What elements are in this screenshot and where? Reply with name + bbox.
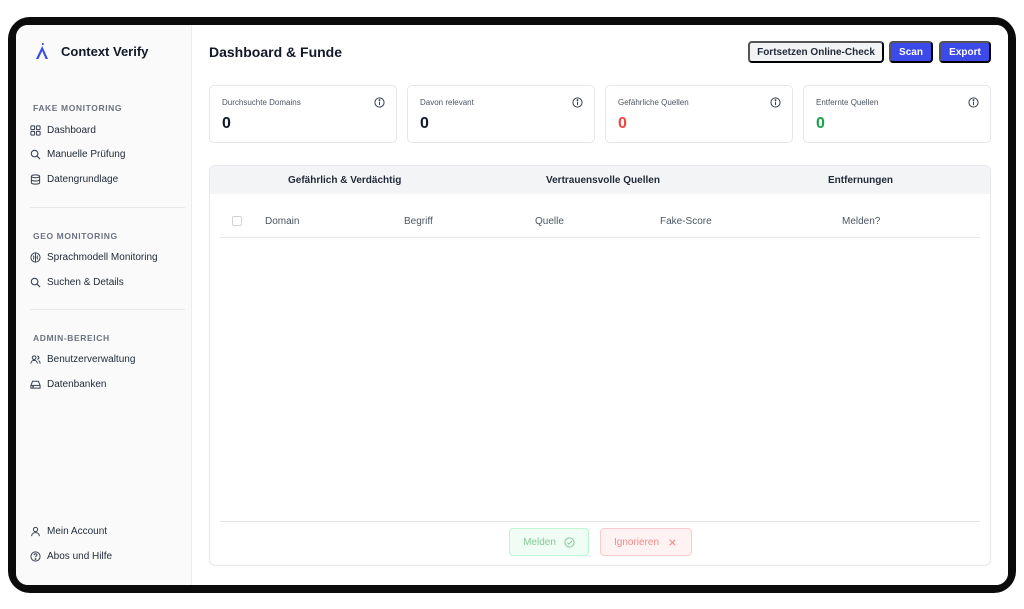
sidebar-item-label: Benutzerverwaltung bbox=[47, 353, 136, 365]
sidebar-item-label: Datenbanken bbox=[47, 378, 107, 390]
search-icon bbox=[30, 149, 41, 159]
sidebar-divider bbox=[30, 207, 185, 208]
column-header-term[interactable]: Begriff bbox=[404, 216, 433, 227]
sidebar-item-dashboard[interactable]: Dashboard bbox=[30, 122, 96, 138]
stat-label: Gefährliche Quellen bbox=[618, 98, 689, 107]
sidebar-item-databases[interactable]: Datenbanken bbox=[30, 376, 107, 392]
column-header-report[interactable]: Melden? bbox=[842, 216, 880, 227]
tab-dangerous-suspicious[interactable]: Gefährlich & Verdächtig bbox=[288, 175, 401, 186]
stat-card-dangerous-sources: Gefährliche Quellen 0 bbox=[605, 85, 793, 143]
check-circle-icon bbox=[564, 536, 575, 548]
sidebar-item-label: Dashboard bbox=[47, 124, 96, 136]
tab-removals[interactable]: Entfernungen bbox=[828, 175, 893, 186]
stat-value: 0 bbox=[222, 115, 231, 132]
database-icon bbox=[30, 173, 41, 185]
sidebar-item-label: Manuelle Prüfung bbox=[47, 148, 126, 160]
ignore-button-label: Ignorieren bbox=[613, 536, 660, 548]
ignore-button[interactable]: Ignorieren bbox=[600, 528, 692, 556]
sidebar-divider bbox=[30, 309, 185, 310]
tab-bar: Gefährlich & Verdächtig Vertrauensvolle … bbox=[210, 166, 990, 194]
sidebar-item-data-basis[interactable]: Datengrundlage bbox=[30, 171, 118, 187]
export-button[interactable]: Export bbox=[939, 41, 991, 63]
stat-card-searched-domains: Durchsuchte Domains 0 bbox=[209, 85, 397, 143]
sidebar-item-label: Datengrundlage bbox=[47, 173, 119, 185]
stat-label: Entfernte Quellen bbox=[816, 98, 879, 107]
scan-button[interactable]: Scan bbox=[889, 41, 933, 63]
hard-drive-icon bbox=[30, 380, 41, 389]
table-footer-divider bbox=[220, 521, 980, 522]
info-icon[interactable] bbox=[572, 97, 583, 108]
sidebar-item-label: Sprachmodell Monitoring bbox=[47, 251, 158, 263]
search-icon bbox=[30, 277, 41, 287]
sidebar-item-label: Suchen & Details bbox=[47, 276, 124, 288]
app-window: Context Verify FAKE MONITORING Dashboard… bbox=[16, 25, 1008, 585]
report-button-label: Melden bbox=[523, 536, 556, 548]
app-name: Context Verify bbox=[61, 43, 149, 59]
close-icon bbox=[669, 538, 676, 546]
info-icon[interactable] bbox=[770, 97, 781, 108]
select-all-checkbox[interactable] bbox=[232, 216, 242, 226]
page-title: Dashboard & Funde bbox=[209, 44, 343, 60]
stat-value: 0 bbox=[420, 115, 429, 132]
section-label-admin: ADMIN-BEREICH bbox=[33, 333, 110, 343]
sidebar-item-manual-check[interactable]: Manuelle Prüfung bbox=[30, 146, 125, 162]
continue-online-check-button[interactable]: Fortsetzen Online-Check bbox=[748, 41, 884, 63]
sidebar-item-label: Abos und Hilfe bbox=[47, 550, 113, 562]
sidebar-item-label: Mein Account bbox=[47, 525, 108, 537]
stat-label: Davon relevant bbox=[420, 98, 474, 107]
stat-value: 0 bbox=[618, 115, 627, 132]
ai-brain-icon bbox=[30, 251, 41, 263]
user-icon bbox=[31, 526, 40, 536]
stat-label: Durchsuchte Domains bbox=[222, 98, 301, 107]
info-icon[interactable] bbox=[968, 97, 979, 108]
sidebar: Context Verify FAKE MONITORING Dashboard… bbox=[16, 25, 192, 585]
section-label-geo-monitoring: GEO MONITORING bbox=[33, 231, 118, 241]
table-header: Domain Begriff Quelle Fake-Score Melden? bbox=[220, 210, 980, 238]
info-icon[interactable] bbox=[374, 97, 385, 108]
users-icon bbox=[30, 354, 41, 364]
sidebar-item-help[interactable]: Abos und Hilfe bbox=[30, 548, 112, 564]
help-circle-icon bbox=[30, 550, 41, 562]
column-header-source[interactable]: Quelle bbox=[535, 216, 564, 227]
section-label-fake-monitoring: FAKE MONITORING bbox=[33, 103, 123, 113]
tab-trusted-sources[interactable]: Vertrauensvolle Quellen bbox=[546, 175, 660, 186]
main-content: Dashboard & Funde Fortsetzen Online-Chec… bbox=[192, 25, 1008, 585]
sidebar-item-user-management[interactable]: Benutzerverwaltung bbox=[30, 351, 135, 367]
stat-value: 0 bbox=[816, 115, 825, 132]
column-header-fake-score[interactable]: Fake-Score bbox=[660, 216, 712, 227]
column-header-domain[interactable]: Domain bbox=[265, 216, 299, 227]
stat-card-removed-sources: Entfernte Quellen 0 bbox=[803, 85, 991, 143]
sidebar-item-language-model-monitoring[interactable]: Sprachmodell Monitoring bbox=[30, 249, 158, 265]
report-button[interactable]: Melden bbox=[509, 528, 589, 556]
results-panel: Gefährlich & Verdächtig Vertrauensvolle … bbox=[209, 165, 991, 566]
grid-icon bbox=[30, 124, 41, 136]
brand[interactable]: Context Verify bbox=[35, 42, 148, 60]
stat-card-relevant: Davon relevant 0 bbox=[407, 85, 595, 143]
sidebar-item-search-details[interactable]: Suchen & Details bbox=[30, 274, 124, 290]
sidebar-item-my-account[interactable]: Mein Account bbox=[30, 523, 107, 539]
logo-icon bbox=[36, 43, 48, 59]
